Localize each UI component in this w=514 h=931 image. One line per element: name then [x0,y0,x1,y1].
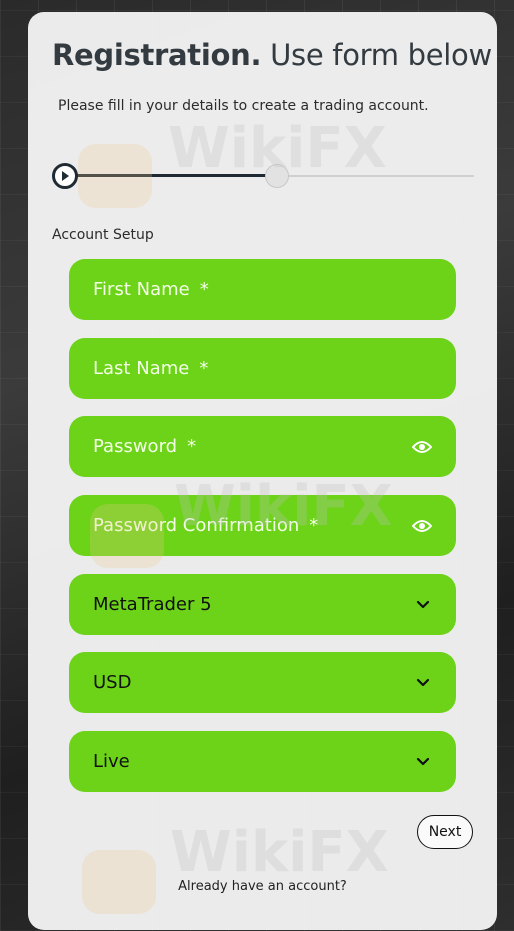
registration-card: Registration. Use form below Please fill… [28,12,497,930]
eye-icon[interactable] [412,519,432,533]
login-link[interactable]: Already have an account? [28,879,497,894]
step-1-indicator[interactable] [52,163,78,189]
password-field[interactable]: Password * [69,416,456,477]
platform-select-value: MetaTrader 5 [93,594,212,615]
title-rest: Use form below [261,38,492,72]
required-marker: * [187,436,197,457]
platform-select[interactable]: MetaTrader 5 [69,574,456,635]
first-name-field[interactable]: First Name * [69,259,456,320]
chevron-down-icon [416,678,430,686]
account-type-select-value: Live [93,751,130,772]
required-marker: * [309,515,319,536]
watermark-text: WikiFX [170,820,389,885]
first-name-label: First Name * [93,279,209,300]
chevron-down-icon [416,600,430,608]
required-marker: * [199,279,209,300]
password-confirmation-label: Password Confirmation * [93,515,319,536]
password-label: Password * [93,436,197,457]
title-lead: Registration. [52,38,262,72]
next-button[interactable]: Next [417,815,473,849]
play-icon [62,171,69,181]
chevron-down-icon [416,757,430,765]
required-marker: * [199,358,209,379]
section-label-account-setup: Account Setup [52,227,154,243]
step-2-indicator[interactable] [265,164,289,188]
eye-icon[interactable] [412,440,432,454]
last-name-label: Last Name * [93,358,209,379]
last-name-field[interactable]: Last Name * [69,338,456,399]
password-confirmation-field[interactable]: Password Confirmation * [69,495,456,556]
progress-stepper [52,163,474,191]
page-title: Registration. Use form below [52,38,492,72]
page-subtitle: Please fill in your details to create a … [58,98,429,114]
stepper-progress-fill [64,174,276,177]
account-type-select[interactable]: Live [69,731,456,792]
currency-select-value: USD [93,672,132,693]
currency-select[interactable]: USD [69,652,456,713]
